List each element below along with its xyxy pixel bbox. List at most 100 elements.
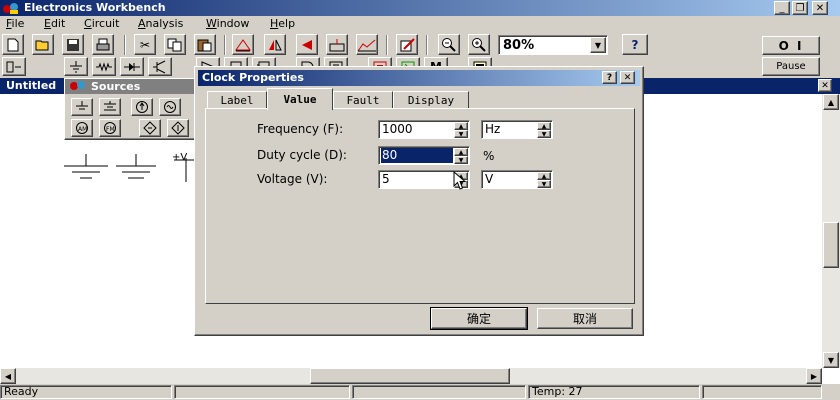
menu-analysis-accel: A	[138, 17, 146, 30]
flip-vertical-icon[interactable]	[296, 34, 318, 55]
duty-cycle-spinner[interactable]: ▲ ▼	[454, 148, 468, 165]
ground-symbol-2	[116, 154, 156, 179]
voltage-unit-spinner[interactable]: ▲ ▼	[537, 172, 551, 189]
component-properties-icon[interactable]	[326, 34, 348, 55]
description-icon[interactable]	[396, 34, 418, 55]
print-icon[interactable]	[92, 34, 114, 55]
menu-window[interactable]: Window	[206, 17, 249, 30]
help-button[interactable]: ?	[622, 34, 648, 55]
flip-horizontal-icon[interactable]	[264, 34, 286, 55]
sources-palette[interactable]: Sources AM FM	[64, 78, 196, 140]
ground-icon[interactable]	[71, 98, 93, 116]
menu-edit-accel: E	[44, 17, 51, 30]
toolbar-separator	[386, 35, 388, 55]
transistors-bin-icon[interactable]	[148, 57, 172, 76]
power-switch[interactable]: O I	[762, 36, 820, 55]
tab-display[interactable]: Display	[393, 91, 469, 109]
palette-title-bar[interactable]: Sources	[65, 79, 195, 94]
vertical-scroll-thumb[interactable]	[823, 222, 839, 268]
zoom-select[interactable]: 80% ▼	[498, 35, 608, 55]
spin-down-icon[interactable]: ▼	[537, 180, 551, 188]
cancel-button[interactable]: 取消	[537, 308, 633, 329]
scroll-up-icon[interactable]: ▲	[823, 94, 839, 110]
spin-up-icon[interactable]: ▲	[454, 122, 468, 130]
diodes-bin-icon[interactable]	[120, 57, 144, 76]
app-title: Electronics Workbench	[24, 1, 166, 14]
vertical-scrollbar[interactable]: ▲ ▼	[822, 94, 840, 368]
clock-properties-dialog[interactable]: Clock Properties ? ✕ Label Value Fault D…	[194, 66, 644, 336]
fm-source-icon[interactable]: FM	[99, 119, 121, 137]
menu-bar: File Edit Circuit Analysis Window Help	[0, 16, 840, 33]
dialog-help-icon[interactable]: ?	[602, 71, 617, 84]
toolbar-separator	[426, 35, 428, 55]
spin-down-icon[interactable]: ▼	[454, 130, 468, 138]
toolbar-separator	[124, 35, 126, 55]
frequency-unit-input[interactable]: Hz ▲ ▼	[481, 120, 553, 139]
dialog-title-bar[interactable]: Clock Properties ? ✕	[198, 70, 640, 86]
chevron-down-icon[interactable]: ▼	[590, 37, 606, 53]
close-button[interactable]: ✕	[812, 1, 828, 15]
scroll-left-icon[interactable]: ◀	[0, 368, 16, 384]
battery-icon[interactable]	[99, 98, 121, 116]
duty-cycle-input[interactable]: 80 ▲ ▼	[378, 146, 470, 165]
copy-icon[interactable]	[164, 34, 186, 55]
graph-icon[interactable]	[356, 34, 378, 55]
status-bar: Ready Temp: 27	[0, 384, 840, 400]
horizontal-scrollbar[interactable]: ◀ ▶	[0, 368, 822, 384]
scroll-down-icon[interactable]: ▼	[823, 352, 839, 368]
document-close-icon[interactable]: ✕	[818, 79, 832, 92]
tab-value[interactable]: Value	[267, 88, 333, 110]
spin-down-icon[interactable]: ▼	[537, 130, 551, 138]
rotate-icon[interactable]	[232, 34, 254, 55]
parts-bin-toggle-icon[interactable]	[2, 57, 26, 76]
frequency-spinner[interactable]: ▲ ▼	[454, 122, 468, 139]
new-file-icon[interactable]	[2, 34, 24, 55]
svg-text:AM: AM	[78, 126, 87, 133]
duty-cycle-label: Duty cycle (D):	[257, 148, 347, 162]
zoom-out-icon[interactable]	[438, 34, 460, 55]
save-disk-icon[interactable]	[62, 34, 84, 55]
app-logo-icon	[70, 81, 85, 90]
vcvs-source-icon[interactable]	[139, 119, 161, 137]
spin-up-icon[interactable]: ▲	[454, 148, 468, 156]
tab-label[interactable]: Label	[207, 91, 267, 109]
voltage-label: Voltage (V):	[257, 172, 328, 186]
menu-file[interactable]: File	[6, 17, 24, 30]
zoom-in-icon[interactable]	[468, 34, 490, 55]
menu-help-label: elp	[278, 17, 296, 30]
vccs-source-icon[interactable]	[167, 119, 189, 137]
menu-circuit-label: ircuit	[91, 17, 120, 30]
menu-circuit[interactable]: Circuit	[84, 17, 119, 30]
menu-edit[interactable]: Edit	[44, 17, 65, 30]
menu-file-label: ile	[11, 17, 25, 30]
dialog-close-icon[interactable]: ✕	[620, 71, 635, 84]
app-title-bar[interactable]: Electronics Workbench _ ❐ ✕	[0, 0, 840, 16]
scroll-right-icon[interactable]: ▶	[806, 368, 822, 384]
basic-bin-icon[interactable]	[92, 57, 116, 76]
frequency-label: Frequency (F):	[257, 122, 344, 136]
dc-current-source-icon[interactable]	[131, 98, 153, 116]
open-folder-icon[interactable]	[32, 34, 54, 55]
restore-button[interactable]: ❐	[792, 1, 808, 15]
spin-up-icon[interactable]: ▲	[537, 122, 551, 130]
frequency-unit-spinner[interactable]: ▲ ▼	[537, 122, 551, 139]
sources-bin-icon[interactable]	[64, 57, 88, 76]
pause-button[interactable]: Pause	[762, 57, 820, 76]
cut-icon[interactable]: ✂	[134, 34, 156, 55]
spin-down-icon[interactable]: ▼	[454, 156, 468, 164]
minimize-button[interactable]: _	[774, 1, 790, 15]
menu-analysis[interactable]: Analysis	[138, 17, 183, 30]
paste-icon[interactable]	[194, 34, 216, 55]
document-title: Untitled	[6, 79, 57, 92]
voltage-unit-input[interactable]: V ▲ ▼	[481, 170, 553, 189]
tab-fault[interactable]: Fault	[333, 91, 393, 109]
toolbar-separator	[224, 35, 226, 55]
frequency-input[interactable]: 1000 ▲ ▼	[378, 120, 470, 139]
horizontal-scroll-thumb[interactable]	[310, 368, 510, 384]
menu-help[interactable]: Help	[270, 17, 295, 30]
ok-button[interactable]: 确定	[430, 307, 528, 330]
voltage-value: 5	[382, 172, 390, 186]
ac-voltage-source-icon[interactable]	[159, 98, 181, 116]
am-source-icon[interactable]: AM	[71, 119, 93, 137]
spin-up-icon[interactable]: ▲	[537, 172, 551, 180]
